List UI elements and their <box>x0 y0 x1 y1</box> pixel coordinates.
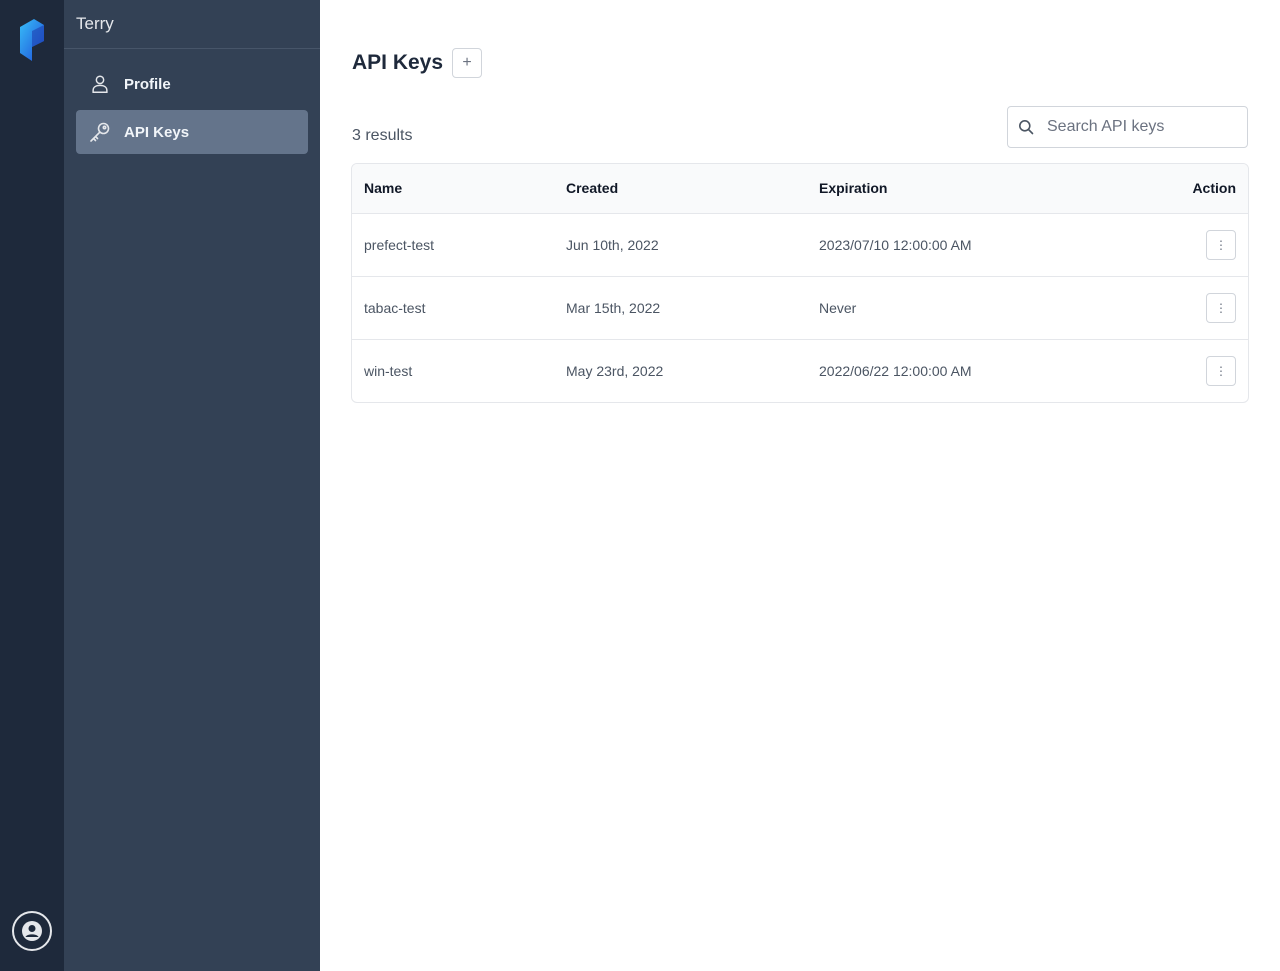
page-header: API Keys + <box>352 48 483 78</box>
cell-action: ⋮ <box>1107 339 1248 402</box>
sidebar-item-api-keys[interactable]: API Keys <box>76 110 308 154</box>
cell-action: ⋮ <box>1107 213 1248 277</box>
table-row: win-test May 23rd, 2022 2022/06/22 12:00… <box>352 339 1248 402</box>
table-header-row: Name Created Expiration Action <box>352 164 1248 214</box>
api-keys-table: Name Created Expiration Action prefect-t… <box>351 163 1249 403</box>
settings-sidebar: Terry Profile API Keys <box>64 0 320 971</box>
column-header-name[interactable]: Name <box>352 164 554 214</box>
table-row: tabac-test Mar 15th, 2022 Never ⋮ <box>352 276 1248 340</box>
cell-expiration: 2023/07/10 12:00:00 AM <box>807 213 1107 277</box>
page-title: API Keys <box>352 51 444 74</box>
app-rail <box>0 0 64 971</box>
cell-name: prefect-test <box>352 213 554 277</box>
user-icon <box>88 72 112 96</box>
search-icon <box>1017 118 1035 136</box>
sidebar-item-profile[interactable]: Profile <box>76 62 308 106</box>
column-header-expiration[interactable]: Expiration <box>807 164 1107 214</box>
prefect-logo-icon[interactable] <box>18 19 46 61</box>
key-icon <box>88 120 112 144</box>
cell-name: tabac-test <box>352 276 554 340</box>
cell-expiration: 2022/06/22 12:00:00 AM <box>819 362 972 379</box>
table-row: prefect-test Jun 10th, 2022 2023/07/10 1… <box>352 213 1248 277</box>
row-menu-button[interactable]: ⋮ <box>1206 355 1236 386</box>
more-vertical-icon: ⋮ <box>1215 363 1227 378</box>
column-header-action: Action <box>1107 164 1248 214</box>
cell-action: ⋮ <box>1107 276 1248 340</box>
search-input[interactable] <box>1047 118 1227 136</box>
sidebar-item-label: Profile <box>124 75 171 93</box>
sidebar-user-name: Terry <box>64 0 320 49</box>
user-circle-icon <box>22 921 42 941</box>
cell-expiration: Never <box>807 276 1107 340</box>
more-vertical-icon: ⋮ <box>1215 300 1227 315</box>
search-box <box>1007 106 1248 148</box>
cell-created: Mar 15th, 2022 <box>554 276 807 340</box>
account-button[interactable] <box>12 911 52 951</box>
row-menu-button[interactable]: ⋮ <box>1206 229 1236 260</box>
more-vertical-icon: ⋮ <box>1215 237 1227 252</box>
cell-created: Jun 10th, 2022 <box>554 213 807 277</box>
sidebar-nav: Profile API Keys <box>64 49 320 154</box>
cell-name: win-test <box>364 362 413 379</box>
add-api-key-button[interactable]: + <box>452 48 483 78</box>
sidebar-item-label: API Keys <box>124 123 190 141</box>
column-header-created[interactable]: Created <box>554 164 807 214</box>
row-menu-button[interactable]: ⋮ <box>1206 292 1236 323</box>
cell-created: May 23rd, 2022 <box>566 362 664 379</box>
main-content: API Keys + 3 results Name Created <box>320 0 1280 971</box>
results-count: 3 results <box>352 127 413 144</box>
